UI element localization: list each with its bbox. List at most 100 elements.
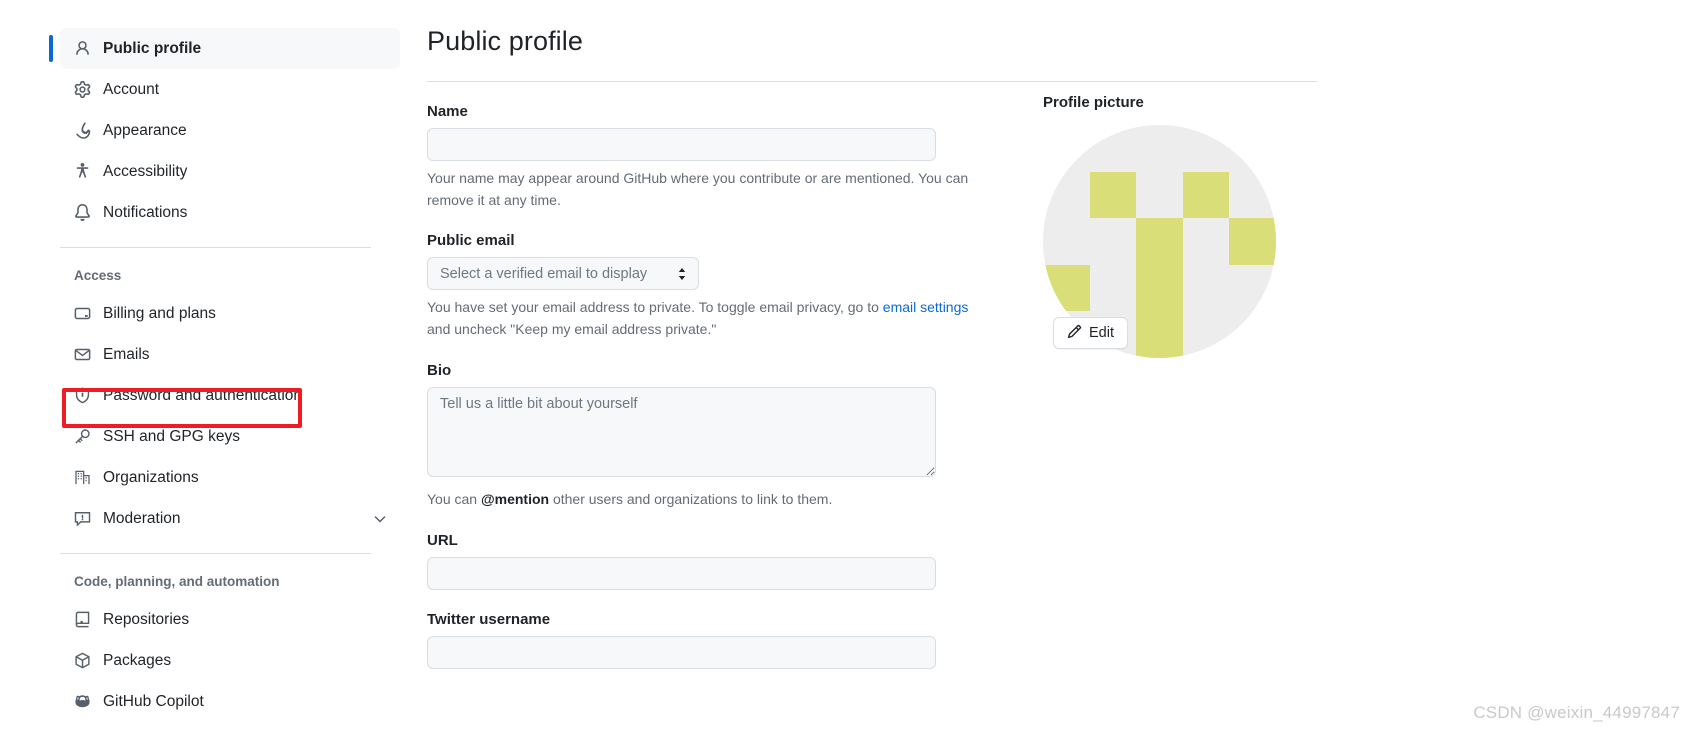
identicon-cell — [1229, 125, 1276, 172]
identicon-cell — [1183, 125, 1230, 172]
identicon-cell — [1043, 264, 1090, 312]
identicon-cell — [1043, 218, 1090, 265]
paintbrush-icon — [74, 122, 91, 139]
sidebar-item-label: Emails — [103, 345, 150, 363]
sidebar-item-label: Password and authentication — [103, 386, 303, 404]
identicon-cell — [1229, 218, 1276, 265]
identicon-cell — [1090, 265, 1137, 312]
sidebar-access-group: Billing and plans Emails Password and au… — [60, 293, 400, 539]
sidebar-item-label: Organizations — [103, 468, 199, 486]
identicon-cell — [1136, 264, 1183, 312]
identicon-cell — [1043, 172, 1090, 219]
identicon-cell — [1229, 311, 1276, 358]
repo-icon — [74, 611, 91, 628]
sidebar-item-label: Account — [103, 80, 160, 98]
sidebar-item-account[interactable]: Account — [60, 69, 400, 110]
identicon-cell — [1090, 218, 1137, 265]
organization-icon — [74, 469, 91, 486]
public-email-select-wrap: Select a verified email to display — [427, 257, 699, 291]
identicon-cell — [1136, 218, 1183, 265]
settings-sidebar: Public profile Account Appearance Access… — [49, 28, 400, 731]
sidebar-item-emails[interactable]: Emails — [60, 334, 400, 375]
sidebar-item-label: GitHub Copilot — [103, 692, 204, 710]
sidebar-divider-2 — [60, 553, 371, 554]
sidebar-item-partially-visible[interactable] — [60, 722, 400, 731]
name-input[interactable] — [427, 128, 936, 162]
sidebar-item-billing-and-plans[interactable]: Billing and plans — [60, 293, 400, 334]
sidebar-item-label: Public profile — [103, 39, 202, 57]
sidebar-item-notifications[interactable]: Notifications — [60, 192, 400, 233]
sidebar-item-password-and-authentication[interactable]: Password and authentication — [60, 375, 400, 416]
sidebar-item-label: Moderation — [103, 509, 181, 527]
identicon-cell — [1043, 125, 1090, 172]
sidebar-item-public-profile[interactable]: Public profile — [49, 28, 400, 69]
sidebar-item-label: SSH and GPG keys — [103, 427, 240, 445]
identicon-cell — [1136, 311, 1183, 358]
url-field-block: URL — [427, 532, 1327, 590]
email-help-prefix: You have set your email address to priva… — [427, 299, 883, 316]
sidebar-code-group: Repositories Packages GitHub Copilot — [60, 599, 400, 731]
sidebar-item-appearance[interactable]: Appearance — [60, 110, 400, 151]
identicon-cell — [1090, 125, 1137, 172]
bio-help-prefix: You can — [427, 490, 481, 507]
chevron-down-icon[interactable] — [372, 511, 388, 527]
email-settings-link[interactable]: email settings — [883, 299, 969, 315]
edit-avatar-label: Edit — [1089, 325, 1114, 341]
public-email-selected-value: Select a verified email to display — [440, 265, 648, 282]
package-icon — [74, 652, 91, 669]
accessibility-icon — [74, 163, 91, 180]
identicon-cell — [1229, 172, 1276, 219]
settings-page: Public profile Account Appearance Access… — [0, 0, 1694, 731]
profile-picture-section: Profile picture Edit — [1043, 94, 1343, 358]
twitter-username-input[interactable] — [427, 635, 936, 669]
person-icon — [74, 40, 91, 57]
identicon-cell — [1182, 171, 1230, 219]
name-help-text: Your name may appear around GitHub where… — [427, 170, 969, 208]
sidebar-item-label: Notifications — [103, 203, 188, 221]
sidebar-item-github-copilot[interactable]: GitHub Copilot — [60, 681, 400, 722]
sidebar-item-label: Appearance — [103, 121, 187, 139]
twitter-username-label: Twitter username — [427, 610, 551, 628]
pencil-icon — [1067, 324, 1082, 343]
identicon-cell — [1229, 265, 1276, 312]
identicon-cell — [1183, 311, 1230, 358]
copilot-icon — [74, 693, 91, 710]
identicon-cell — [1136, 172, 1183, 219]
gear-icon — [74, 81, 91, 98]
bio-help-suffix: other users and organizations to link to… — [549, 490, 833, 507]
sidebar-group-title-access: Access — [74, 268, 122, 283]
sidebar-item-organizations[interactable]: Organizations — [60, 457, 400, 498]
sidebar-item-label: Repositories — [103, 610, 190, 628]
sidebar-item-accessibility[interactable]: Accessibility — [60, 151, 400, 192]
sidebar-primary-group: Public profile Account Appearance Access… — [49, 28, 400, 233]
sidebar-item-label: Packages — [103, 651, 172, 669]
email-help-suffix: and uncheck "Keep my email address priva… — [427, 321, 717, 338]
identicon-cell — [1183, 265, 1230, 312]
bio-textarea[interactable] — [427, 386, 936, 477]
watermark: CSDN @weixin_44997847 — [1473, 703, 1680, 722]
bio-label: Bio — [427, 361, 452, 379]
edit-avatar-button[interactable]: Edit — [1053, 317, 1128, 349]
sidebar-item-packages[interactable]: Packages — [60, 640, 400, 681]
public-email-select[interactable]: Select a verified email to display — [427, 257, 699, 291]
page-title: Public profile — [427, 26, 583, 56]
sidebar-item-moderation[interactable]: Moderation — [60, 498, 400, 539]
sidebar-item-repositories[interactable]: Repositories — [60, 599, 400, 640]
url-input[interactable] — [427, 556, 936, 590]
identicon-cell — [1089, 171, 1137, 219]
credit-card-icon — [74, 305, 91, 322]
sidebar-group-title-code: Code, planning, and automation — [74, 574, 280, 589]
sidebar-item-label: Accessibility — [103, 162, 188, 180]
title-divider — [427, 81, 1317, 83]
sidebar-item-label: Billing and plans — [103, 304, 216, 322]
url-label: URL — [427, 531, 458, 549]
bell-icon — [74, 204, 91, 221]
bio-field-block: Bio You can @mention other users and org… — [427, 362, 1327, 511]
public-email-help-text: You have set your email address to priva… — [427, 297, 989, 340]
sidebar-item-ssh-and-gpg-keys[interactable]: SSH and GPG keys — [60, 416, 400, 457]
key-icon — [74, 428, 91, 445]
sidebar-divider-1 — [60, 247, 371, 248]
twitter-field-block: Twitter username — [427, 611, 1327, 669]
report-icon — [74, 510, 91, 527]
identicon-cell — [1136, 125, 1183, 172]
